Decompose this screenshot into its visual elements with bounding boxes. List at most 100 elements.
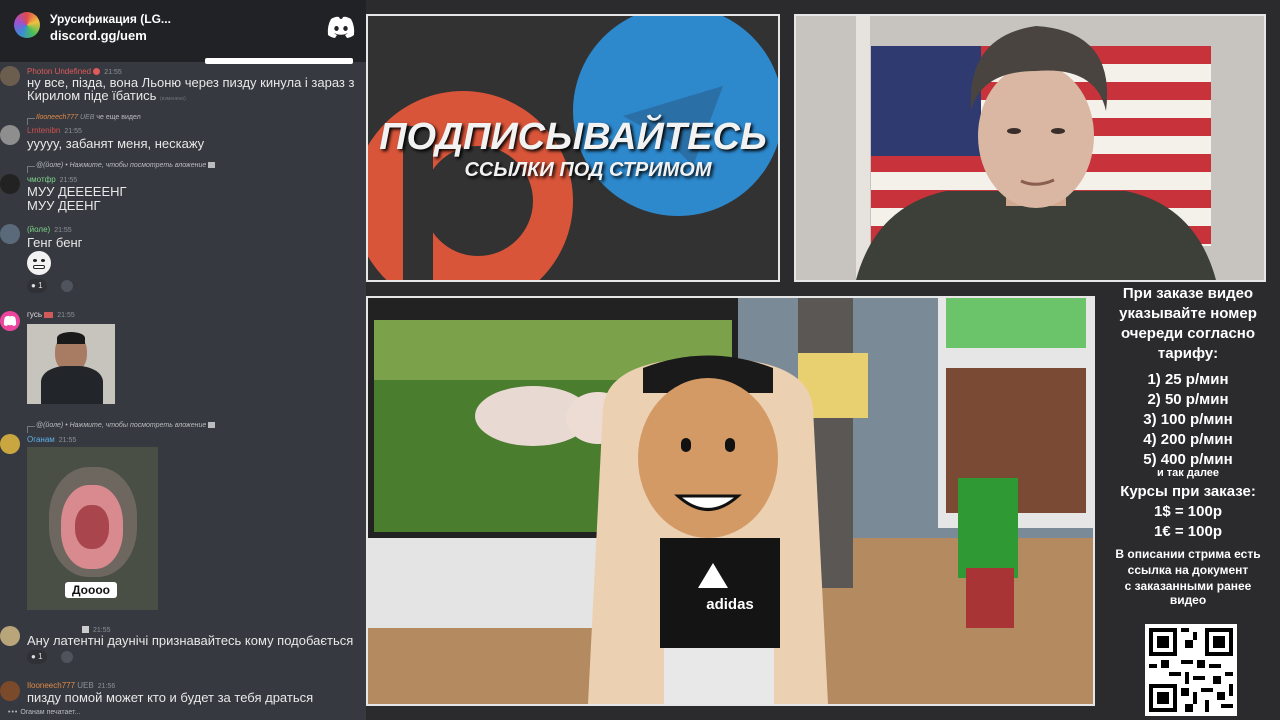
message-text: пизду помой может кто и будет за тебя др… — [27, 690, 314, 705]
avatar-face — [638, 378, 778, 538]
tariff-line: 2) 50 р/мин — [1147, 391, 1229, 408]
author-name: Ilooneech777 — [27, 681, 76, 690]
face — [978, 64, 1094, 208]
edited-label: (изменено) — [160, 96, 186, 102]
author-name: чмотфр — [27, 175, 56, 184]
gif-caption: Доооо — [65, 582, 117, 598]
video-game-feed: adidas — [366, 296, 1095, 706]
reaction-button[interactable]: ● 1 — [27, 279, 47, 293]
message-author: гусь 21:55 — [27, 310, 75, 319]
meme-face-icon — [27, 251, 51, 275]
image-icon — [208, 162, 216, 169]
plant-pot — [966, 568, 1014, 628]
avatar — [0, 434, 20, 454]
order-info-panel: При заказе видео указывайте номер очеред… — [1098, 282, 1278, 607]
qr-code[interactable] — [1145, 624, 1237, 716]
discord-default-avatar-icon — [3, 315, 17, 326]
desc-line: В описании стрима есть — [1115, 547, 1261, 561]
role-badge: UEB — [77, 681, 94, 690]
add-reaction-icon[interactable] — [61, 651, 73, 663]
info-line: указывайте номер — [1119, 305, 1257, 322]
server-invite[interactable]: discord.gg/uem — [50, 28, 147, 43]
game-scene — [368, 298, 1093, 704]
reply-text: Нажмите, чтобы посмотреть вложение — [69, 162, 207, 169]
message-author: Оганам 21:55 — [27, 435, 76, 444]
message-author: чмотфр 21:55 — [27, 175, 77, 184]
pig-throat-shape — [75, 505, 109, 549]
typing-indicator: ••• Оганам печатает... — [8, 709, 80, 716]
message-author: (йоле) 21:55 — [27, 225, 72, 234]
reply-text: Нажмите, чтобы посмотреть вложение — [69, 422, 207, 429]
promo-banner: ПОДПИСЫВАЙТЕСЬ ССЫЛКИ ПОД СТРИМОМ — [366, 14, 780, 282]
webcam-feed — [794, 14, 1266, 282]
reply-author: @(йоле) — [36, 422, 64, 429]
window-frame — [856, 16, 870, 280]
course-line: 1€ = 100р — [1154, 523, 1222, 540]
promo-subtitle: ССЫЛКИ ПОД СТРИМОМ — [464, 159, 712, 181]
message-text-line: Кирилом піде їбатись — [27, 88, 157, 103]
reply-preview: @(йоле) • Нажмите, чтобы посмотреть влож… — [26, 162, 216, 173]
header-bar — [205, 58, 353, 64]
gif-attachment[interactable]: Доооо — [27, 447, 158, 610]
reply-text: че еще видел — [96, 114, 141, 121]
avatar — [0, 125, 20, 145]
hair-shape — [57, 332, 85, 344]
right-eye — [1051, 128, 1065, 134]
timestamp: 21:55 — [59, 177, 78, 184]
author-name: гусь — [27, 310, 42, 319]
image-icon — [208, 422, 216, 429]
reaction-count: 1 — [38, 652, 43, 661]
avatar — [0, 224, 20, 244]
eye-icon — [41, 259, 45, 262]
message-text: МУУ ДЕЕЕЕЕНГ — [27, 184, 127, 199]
desc-line: ссылка на документ — [1127, 563, 1249, 577]
typing-text: Оганам печатает... — [20, 709, 81, 716]
add-reaction-icon[interactable] — [61, 280, 73, 292]
image-attachment[interactable] — [27, 324, 115, 404]
mouth-icon — [33, 265, 45, 269]
plant — [958, 478, 1018, 578]
desc-line: с заказанными ранее — [1124, 579, 1252, 593]
flag-icon — [44, 311, 54, 318]
timestamp: 21:55 — [64, 128, 82, 135]
body-shape — [41, 366, 103, 404]
discord-icon — [327, 16, 355, 38]
avatar-skirt — [664, 648, 774, 704]
webcam-scene — [796, 16, 1264, 280]
typing-dots-icon: ••• — [8, 709, 19, 716]
avatar — [0, 174, 20, 194]
message-text: Ану латентні даунічі признавайтесь кому … — [27, 633, 354, 648]
grass-view — [946, 298, 1086, 348]
tariff-etc: и так далее — [1156, 467, 1220, 479]
message-text-2: Кирилом піде їбатись (изменено) — [27, 89, 186, 106]
left-eye — [1007, 128, 1021, 134]
desc-line: видео — [1169, 593, 1207, 607]
avatar — [0, 626, 20, 646]
reply-author: Ilooneech777 — [36, 114, 79, 121]
avatar-left-eye — [681, 438, 691, 452]
course-line: 1$ = 100р — [1154, 503, 1222, 520]
reply-preview: Ilooneech777 UEB че еще видел — [27, 114, 141, 125]
tariff-line: 1) 25 р/мин — [1147, 371, 1229, 388]
info-line: тарифу: — [1157, 345, 1219, 362]
author-name: Оганам — [27, 435, 55, 444]
server-header[interactable]: Урусификация (LG... discord.gg/uem — [0, 0, 366, 64]
roblox-avatar — [588, 355, 828, 704]
message-author: Ilooneech777 UEB 21:56 — [27, 681, 115, 690]
timestamp: 21:55 — [54, 227, 72, 234]
avatar — [0, 681, 20, 701]
server-logo — [14, 12, 40, 38]
server-name: Урусификация (LG... — [50, 12, 171, 26]
tariff-line: 4) 200 р/мин — [1143, 431, 1233, 448]
avatar-shirt — [660, 538, 780, 648]
timestamp: 21:56 — [97, 683, 116, 690]
reaction-button[interactable]: ● 1 — [27, 650, 47, 664]
reply-preview: @(йоле) • Нажмите, чтобы посмотреть влож… — [26, 422, 216, 433]
message-text-2: МУУ ДЕЕНГ — [27, 198, 101, 213]
avatar — [0, 66, 20, 86]
eye-icon — [33, 259, 37, 262]
reply-badge: UEB — [80, 114, 95, 121]
promo-title: ПОДПИСЫВАЙТЕСЬ — [379, 116, 767, 158]
message-text: Генг бенг — [27, 235, 83, 250]
info-line: очереди согласно — [1120, 325, 1256, 342]
